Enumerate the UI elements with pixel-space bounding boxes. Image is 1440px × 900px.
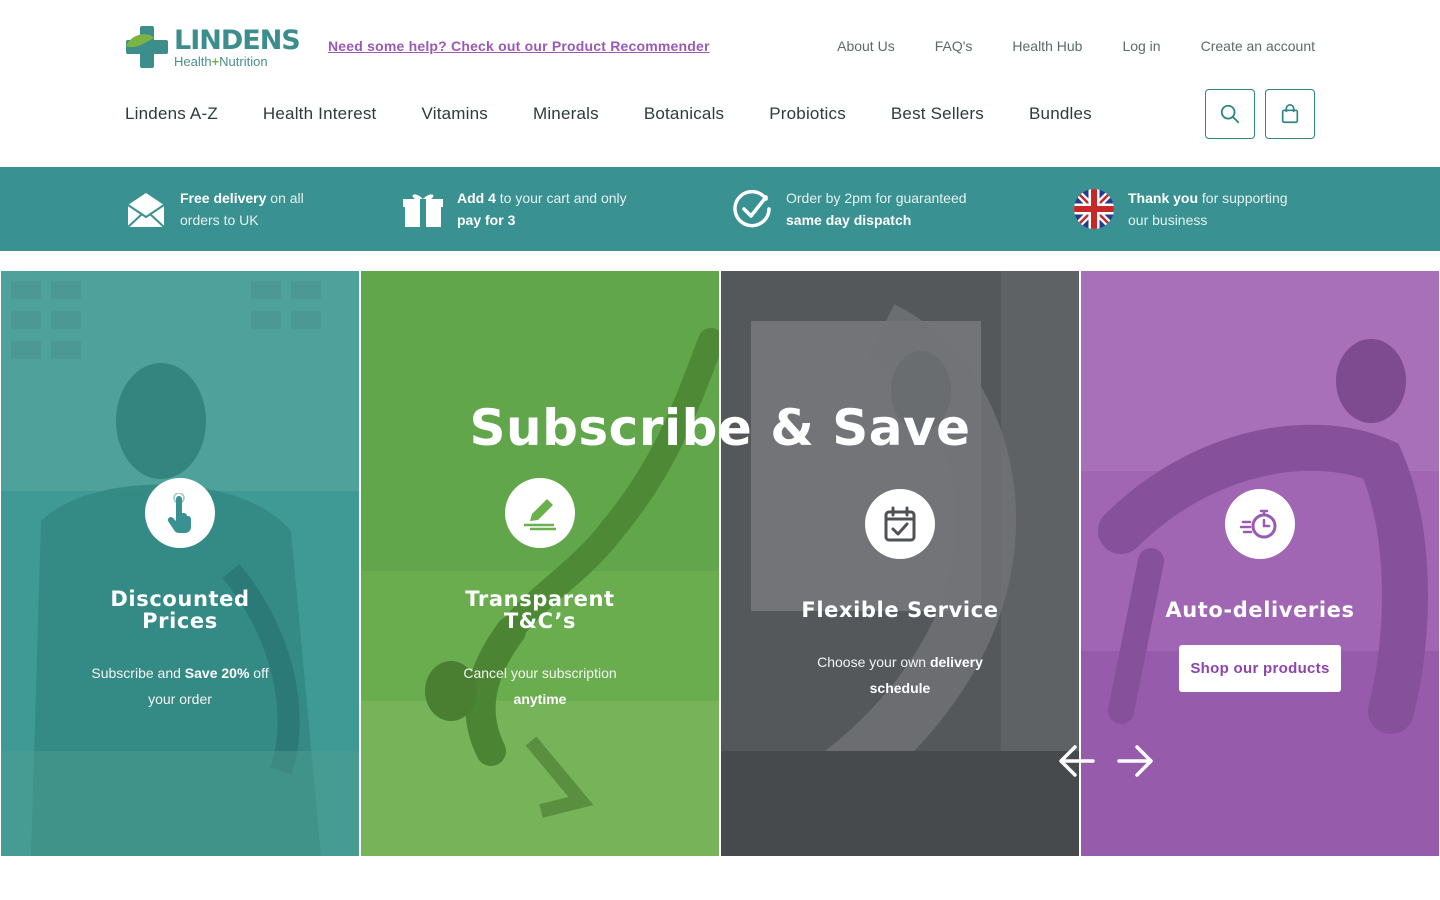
panel-transparent-tcs: Transparent T&C’s Cancel your subscriptio… — [361, 271, 719, 856]
carousel-next-button[interactable] — [1115, 741, 1155, 781]
shopping-bag-icon — [1281, 104, 1299, 124]
panel-flexible-service: Flexible Service Choose your own deliver… — [721, 271, 1079, 856]
panel-title: Auto-deliveries — [1165, 598, 1355, 622]
search-icon — [1220, 104, 1240, 124]
pen-sign-icon — [505, 478, 575, 548]
gift-icon — [402, 188, 444, 230]
usp-free-delivery: Free delivery on all orders to UK — [125, 187, 304, 231]
cart-button[interactable] — [1265, 89, 1315, 139]
hero-title: Subscribe & Save — [469, 399, 971, 457]
envelope-icon — [125, 188, 167, 230]
panel-text: Subscribe and Save 20% off your order — [91, 665, 269, 707]
usp-thank-you: Thank you for supporting our business — [1073, 187, 1288, 231]
faqs-link[interactable]: FAQ's — [935, 38, 973, 54]
usp-add-4: Add 4 to your cart and only pay for 3 — [402, 187, 627, 231]
main-nav: Lindens A-Z Health Interest Vitamins Min… — [125, 104, 1137, 124]
top-links: About Us FAQ's Health Hub Log in Create … — [837, 38, 1315, 54]
product-recommender-link[interactable]: Need some help? Check out our Product Re… — [328, 38, 710, 54]
tap-hand-icon — [145, 478, 215, 548]
uk-flag-icon — [1073, 188, 1115, 230]
subscribe-save-hero: Discounted Prices Subscribe and Save 20% … — [0, 271, 1440, 856]
usp-same-day: Order by 2pm for guaranteed same day dis… — [731, 187, 967, 231]
nav-botanicals[interactable]: Botanicals — [644, 104, 724, 124]
log-in-link[interactable]: Log in — [1122, 38, 1160, 54]
nav-bundles[interactable]: Bundles — [1029, 104, 1092, 124]
nav-lindens-a-z[interactable]: Lindens A-Z — [125, 104, 218, 124]
logo-name: LINDENS — [174, 24, 301, 56]
check-clock-icon — [731, 188, 773, 230]
health-hub-link[interactable]: Health Hub — [1012, 38, 1082, 54]
arrow-left-icon — [1059, 745, 1095, 777]
panel-title: Discounted Prices — [110, 587, 250, 633]
nav-health-interest[interactable]: Health Interest — [263, 104, 377, 124]
calendar-check-icon — [865, 489, 935, 559]
carousel-prev-button[interactable] — [1057, 741, 1097, 781]
panel-text: Cancel your subscription anytime — [463, 665, 617, 707]
logo-tagline: Health+Nutrition — [174, 53, 268, 69]
nav-probiotics[interactable]: Probiotics — [769, 104, 846, 124]
nav-vitamins[interactable]: Vitamins — [421, 104, 487, 124]
nav-best-sellers[interactable]: Best Sellers — [891, 104, 984, 124]
nav-minerals[interactable]: Minerals — [533, 104, 599, 124]
panel-text: Choose your own delivery schedule — [817, 654, 983, 696]
panel-discounted-prices: Discounted Prices Subscribe and Save 20% … — [1, 271, 359, 856]
search-button[interactable] — [1205, 89, 1255, 139]
cross-leaf-icon — [126, 26, 168, 68]
fast-timer-icon — [1225, 489, 1295, 559]
panel-title: Transparent T&C’s — [465, 587, 615, 633]
shop-products-button[interactable]: Shop our products — [1179, 645, 1341, 692]
site-header: LINDENS Health+Nutrition Need some help?… — [0, 0, 1440, 167]
panel-title: Flexible Service — [801, 598, 999, 622]
about-us-link[interactable]: About Us — [837, 38, 895, 54]
create-account-link[interactable]: Create an account — [1201, 38, 1315, 54]
usp-bar: Free delivery on all orders to UK Add 4 … — [0, 167, 1440, 251]
arrow-right-icon — [1117, 745, 1153, 777]
lindens-logo[interactable]: LINDENS Health+Nutrition — [124, 24, 301, 70]
